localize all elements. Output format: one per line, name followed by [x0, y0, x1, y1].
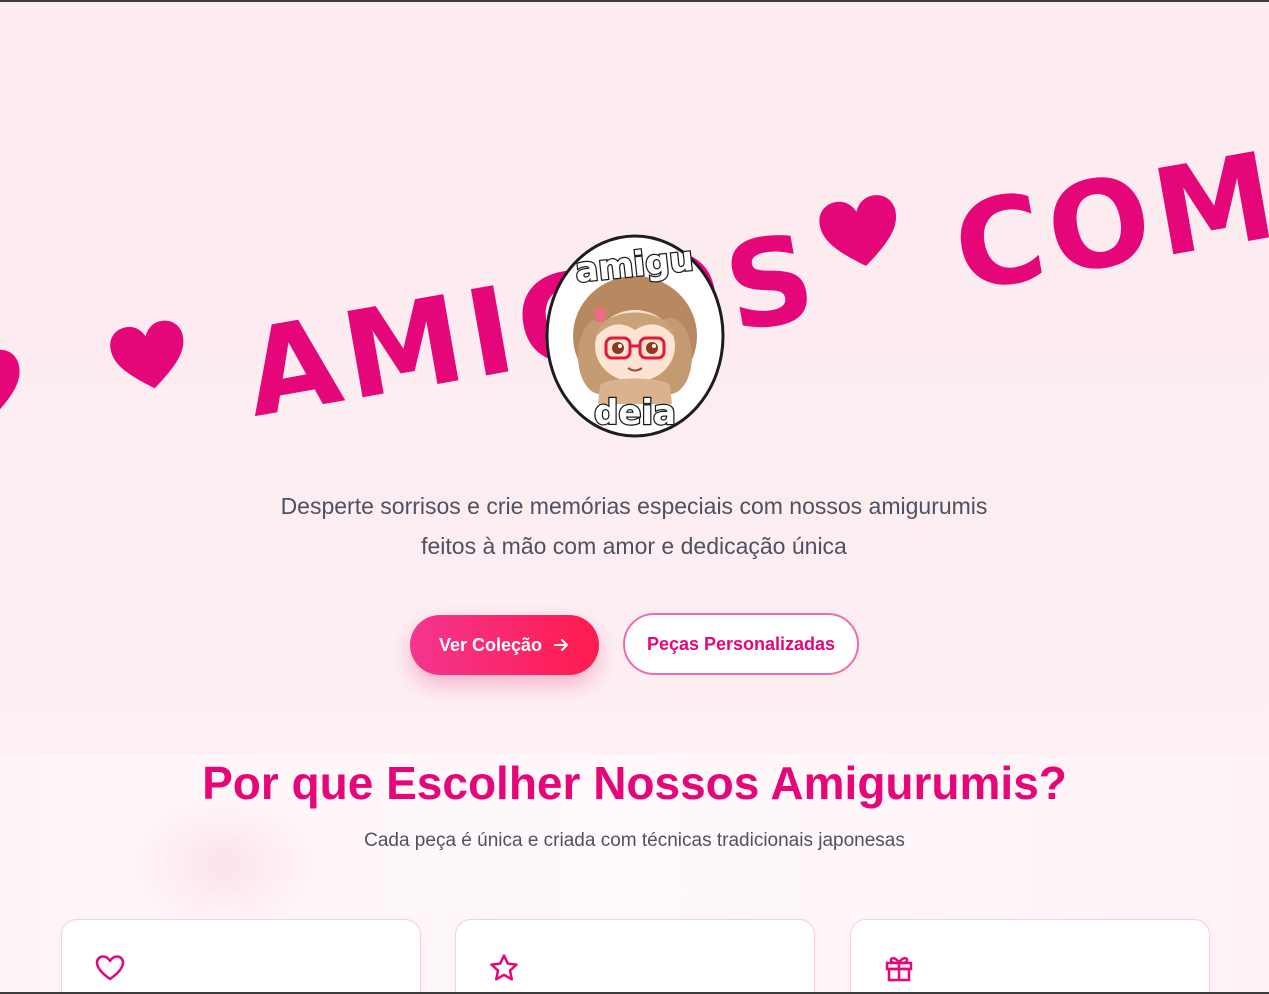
amigurumi-girl-logo-image: amigu deia — [545, 234, 725, 438]
hero-subtitle-line-2: feitos à mão com amor e dedicação única — [421, 533, 847, 559]
feature-card — [455, 919, 815, 992]
feature-card — [850, 919, 1210, 992]
heart-icon — [819, 195, 897, 266]
banner-word-amigos: AMIGOS — [235, 207, 830, 445]
brand-logo: amigu deia — [540, 226, 730, 446]
logo-bottom-text: deia — [594, 393, 676, 433]
heart-icon — [110, 320, 184, 389]
heart-icon — [94, 952, 126, 984]
features-section: Por que Escolher Nossos Amigurumis? Cada… — [0, 754, 1269, 992]
hero-subtitle-line-1: Desperte sorrisos e crie memórias especi… — [280, 493, 988, 519]
custom-pieces-label: Peças Personalizadas — [646, 633, 836, 654]
decorative-blob — [130, 794, 320, 934]
section-subtitle: Cada peça é única e criada com técnicas … — [364, 830, 905, 851]
view-collection-label: Ver Coleção — [438, 634, 543, 655]
section-title: Por que Escolher Nossos Amigurumis? — [202, 757, 1067, 809]
hero-subtitle: Desperte sorrisos e crie memórias especi… — [234, 486, 1034, 566]
feature-card — [61, 919, 421, 992]
arrow-right-icon — [554, 639, 569, 651]
banner-word-com: COM — [944, 126, 1269, 320]
star-icon — [488, 952, 520, 984]
gift-icon — [883, 952, 915, 984]
view-collection-button[interactable]: Ver Coleção — [410, 615, 599, 675]
hero-section: AMIGOS COM amigu deia Desperte sorrisos … — [0, 2, 1269, 754]
custom-pieces-button[interactable]: Peças Personalizadas — [623, 613, 859, 675]
heart-icon — [0, 349, 20, 421]
